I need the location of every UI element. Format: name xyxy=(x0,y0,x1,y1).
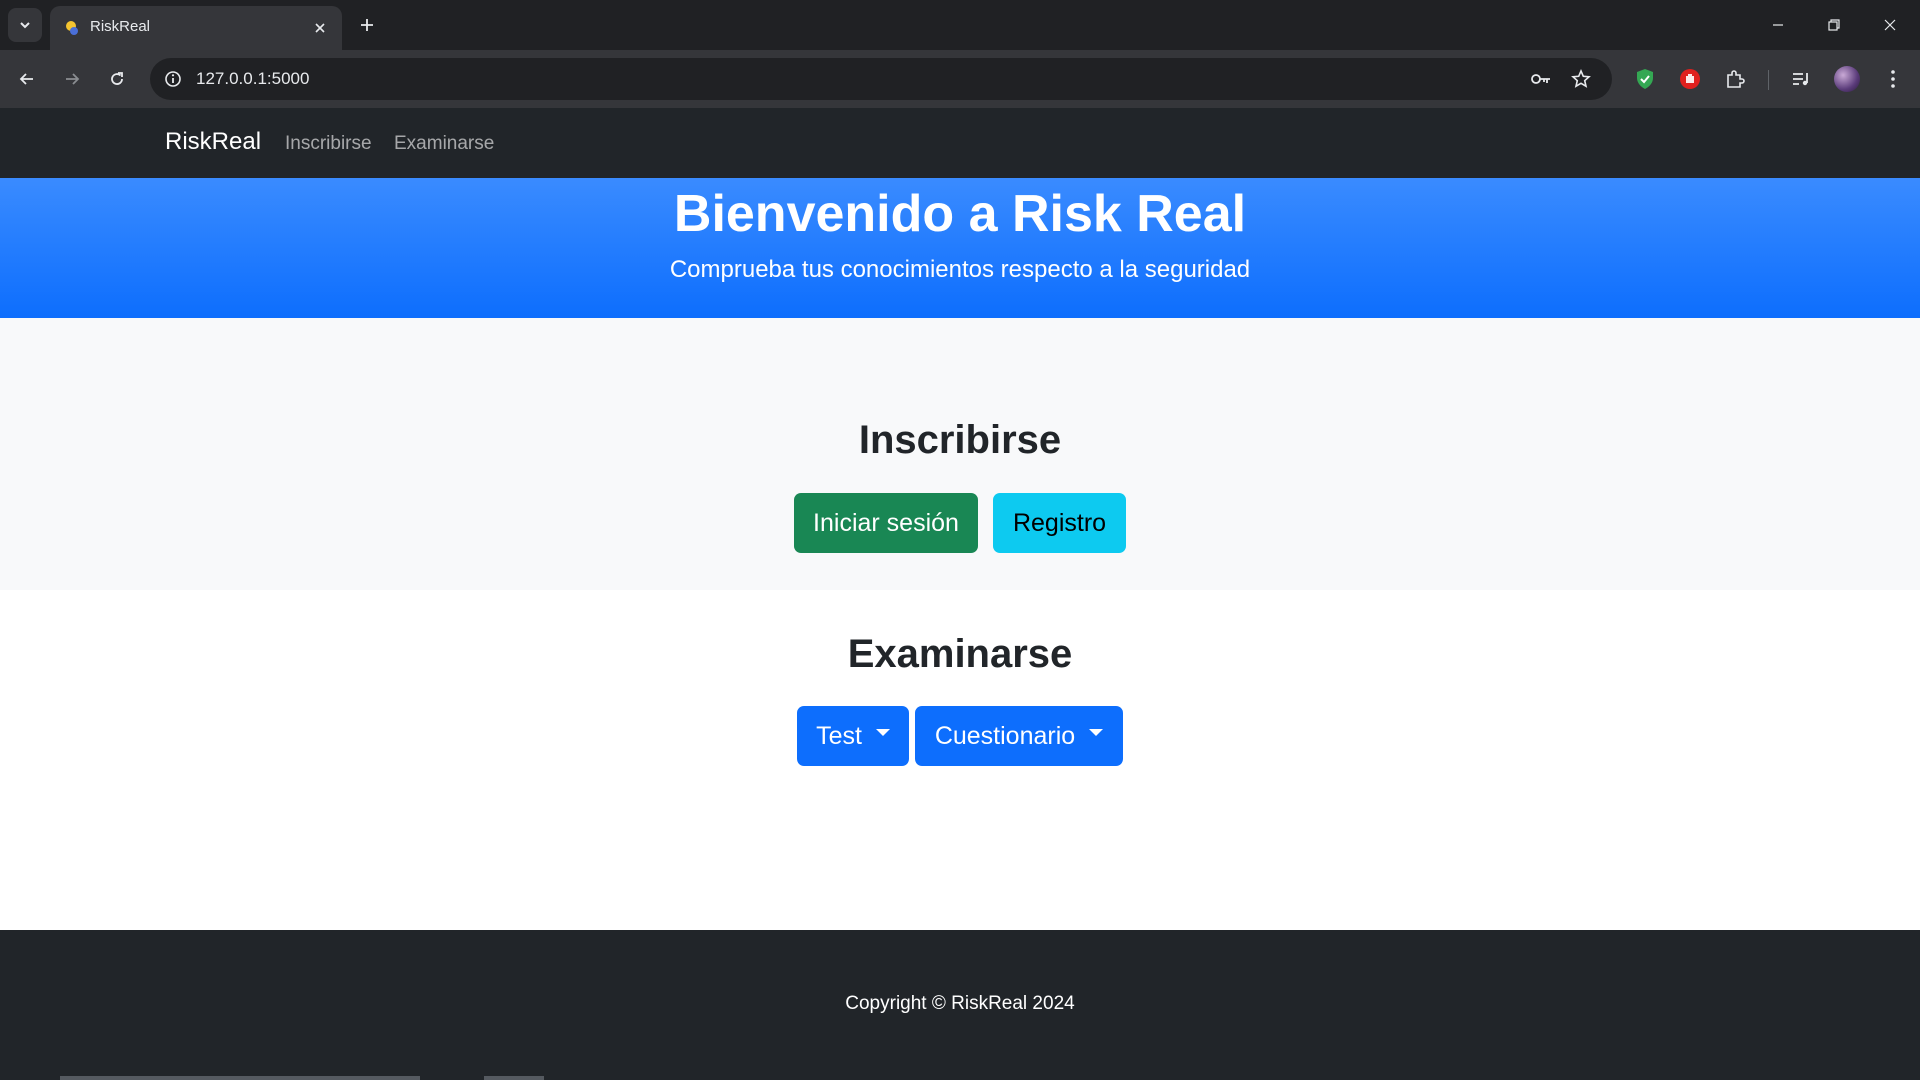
site-footer: Copyright © RiskReal 2024 xyxy=(0,930,1920,1080)
puzzle-icon[interactable] xyxy=(1718,62,1752,96)
info-icon[interactable] xyxy=(160,66,186,92)
browser-toolbar: 127.0.0.1:5000 xyxy=(0,50,1920,108)
copyright-text: Copyright © RiskReal 2024 xyxy=(845,993,1075,1014)
hero-subtitle: Comprueba tus conocimientos respecto a l… xyxy=(669,256,1251,283)
bottom-strip xyxy=(484,1076,544,1080)
test-dropdown-label: Test xyxy=(816,721,862,750)
nav-link-examinarse[interactable]: Examinarse xyxy=(394,133,494,155)
login-button[interactable]: Iniciar sesión xyxy=(794,493,978,553)
examinarse-title: Examinarse xyxy=(847,632,1073,676)
brand-link[interactable]: RiskReal xyxy=(165,128,261,156)
browser-tab[interactable]: RiskReal xyxy=(50,6,342,50)
reload-icon[interactable] xyxy=(100,62,134,96)
nav-link-inscribirse[interactable]: Inscribirse xyxy=(285,133,372,155)
caret-down-icon xyxy=(875,728,890,736)
url-text: 127.0.0.1:5000 xyxy=(196,69,310,88)
star-icon[interactable] xyxy=(1568,66,1594,92)
key-icon[interactable] xyxy=(1528,66,1554,92)
inscribirse-title: Inscribirse xyxy=(858,418,1062,462)
chevron-down-icon[interactable] xyxy=(8,8,42,42)
arrow-right-icon[interactable] xyxy=(55,62,89,96)
toolbar-separator xyxy=(1768,70,1769,90)
caret-down-icon xyxy=(1089,728,1104,736)
arrow-left-icon[interactable] xyxy=(10,62,44,96)
restore-icon[interactable] xyxy=(1806,0,1862,50)
media-queue-icon[interactable] xyxy=(1784,62,1818,96)
shield-icon[interactable] xyxy=(1628,62,1662,96)
examinarse-section: Examinarse Test Cuestionario xyxy=(0,590,1920,930)
register-button[interactable]: Registro xyxy=(993,493,1126,553)
window-close-icon[interactable] xyxy=(1862,0,1918,50)
close-icon[interactable] xyxy=(308,16,332,40)
questionnaire-dropdown-button[interactable]: Cuestionario xyxy=(915,706,1123,766)
minimize-icon[interactable] xyxy=(1750,0,1806,50)
test-dropdown-button[interactable]: Test xyxy=(797,706,909,766)
browser-tab-bar: RiskReal xyxy=(0,0,1920,50)
stop-hand-icon[interactable] xyxy=(1673,62,1707,96)
favicon-icon xyxy=(64,20,80,36)
hero-title: Bienvenido a Risk Real xyxy=(673,185,1247,243)
tab-title: RiskReal xyxy=(90,18,151,35)
plus-icon[interactable] xyxy=(350,8,384,42)
kebab-menu-icon[interactable] xyxy=(1876,62,1910,96)
profile-avatar[interactable] xyxy=(1834,66,1860,92)
site-navbar: RiskReal Inscribirse Examinarse xyxy=(0,108,1920,178)
hero-banner: Bienvenido a Risk Real Comprueba tus con… xyxy=(0,178,1920,318)
inscribirse-section: Inscribirse Iniciar sesión Registro xyxy=(0,318,1920,590)
questionnaire-dropdown-label: Cuestionario xyxy=(934,721,1076,750)
bottom-strip xyxy=(60,1076,420,1080)
address-bar[interactable]: 127.0.0.1:5000 xyxy=(150,58,1612,100)
